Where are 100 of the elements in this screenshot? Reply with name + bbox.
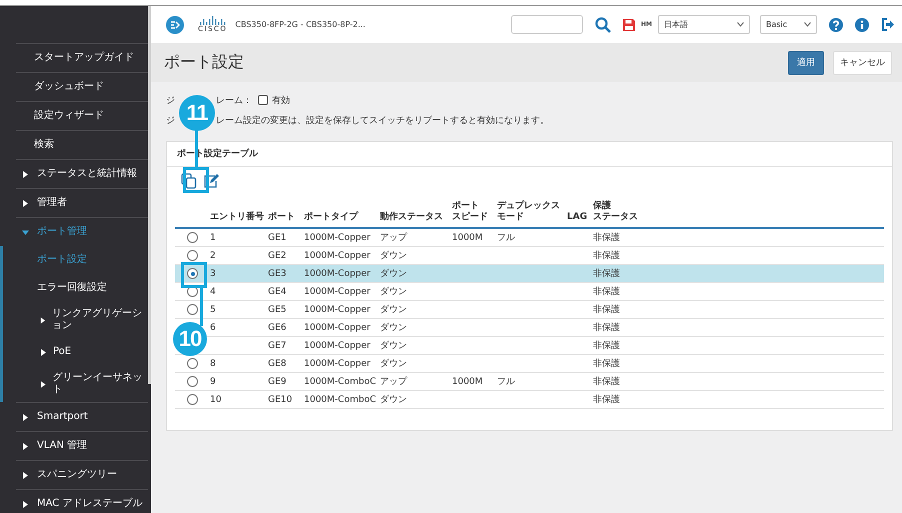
cancel-button[interactable]: キャンセル bbox=[833, 50, 892, 74]
caret-right-icon bbox=[22, 170, 29, 178]
table-cell: アップ bbox=[380, 233, 407, 243]
table-cell: GE10 bbox=[268, 394, 292, 404]
radio-button[interactable] bbox=[187, 268, 198, 279]
table-cell: 3 bbox=[210, 268, 216, 278]
apply-button[interactable]: 適用 bbox=[788, 50, 824, 74]
caret-right-icon bbox=[22, 472, 29, 478]
table-cell: 1000M-Copper bbox=[304, 250, 370, 260]
sidebar-item[interactable]: PoE bbox=[16, 338, 148, 366]
table-cell: 1000M-Copper bbox=[304, 340, 370, 350]
radio-button[interactable] bbox=[187, 376, 198, 387]
table-cell: ダウン bbox=[380, 359, 407, 369]
edit-icon[interactable] bbox=[203, 173, 219, 189]
caret-right-icon bbox=[40, 316, 46, 324]
checkbox-label: 有効 bbox=[272, 94, 290, 106]
info-icon[interactable] bbox=[855, 18, 869, 32]
table-cell: ダウン bbox=[380, 341, 407, 351]
table-cell: 1000M-Copper bbox=[304, 286, 370, 296]
table-cell: 1000M bbox=[452, 376, 483, 386]
sidebar-item[interactable]: エラー回復設定 bbox=[16, 274, 148, 302]
note-text: ジ bbox=[166, 114, 175, 126]
sidebar-item[interactable]: VLAN 管理 bbox=[16, 431, 148, 460]
language-select[interactable]: 日本語 bbox=[658, 15, 750, 34]
sidebar-item[interactable]: スパニングツリー bbox=[16, 460, 148, 489]
highlight-frame bbox=[183, 167, 209, 193]
radio-button[interactable] bbox=[187, 232, 198, 243]
table-cell: 1000M-Copper bbox=[304, 232, 370, 242]
table-cell: フル bbox=[497, 233, 515, 243]
caret-right-icon bbox=[22, 442, 29, 450]
mode-select[interactable]: Basic bbox=[760, 15, 817, 34]
sidebar-item[interactable]: Smartport bbox=[16, 402, 148, 431]
sidebar-item[interactable]: リンクアグリゲーション bbox=[16, 302, 148, 338]
save-icon[interactable] bbox=[623, 18, 635, 30]
table-cell: 非保護 bbox=[593, 233, 620, 243]
column-header: エントリ番号 bbox=[210, 199, 268, 228]
sidebar-item[interactable]: ポート設定 bbox=[16, 246, 148, 274]
table-title: ポート設定テーブル bbox=[167, 142, 892, 167]
signal-bars-icon bbox=[198, 16, 227, 25]
table-cell: ダウン bbox=[380, 287, 407, 297]
table-cell: 1000M bbox=[452, 232, 483, 242]
table-cell: 4 bbox=[210, 286, 216, 296]
column-header: ポートタイプ bbox=[304, 199, 380, 228]
copy-icon[interactable] bbox=[181, 173, 197, 189]
column-header: 動作ステータス bbox=[380, 199, 452, 228]
table-cell: 2 bbox=[210, 250, 216, 260]
table-cell: ダウン bbox=[380, 269, 407, 279]
device-title: CBS350-8FP-2G - CBS350-8P-2... bbox=[235, 20, 366, 29]
table-cell: GE7 bbox=[268, 340, 286, 350]
table-cell: GE1 bbox=[268, 232, 286, 242]
search-icon[interactable] bbox=[595, 16, 611, 32]
radio-button[interactable] bbox=[187, 394, 198, 405]
table-cell: ダウン bbox=[380, 251, 407, 261]
table-cell: 1000M-ComboC bbox=[304, 394, 376, 404]
caret-right-icon bbox=[40, 348, 47, 356]
table-cell: 1000M-Copper bbox=[304, 358, 370, 368]
table-cell: 1 bbox=[210, 232, 216, 242]
sidebar-item[interactable]: グリーンイーサネット bbox=[16, 366, 148, 402]
table-cell: ダウン bbox=[380, 395, 407, 405]
radio-button[interactable] bbox=[187, 358, 198, 369]
radio-button[interactable] bbox=[187, 250, 198, 261]
table-cell: 非保護 bbox=[593, 359, 620, 369]
page-title: ポート設定 bbox=[164, 52, 244, 73]
logout-icon[interactable] bbox=[881, 18, 894, 31]
table-cell: 非保護 bbox=[593, 377, 620, 387]
table-cell: GE5 bbox=[268, 304, 286, 314]
search-field[interactable] bbox=[511, 15, 583, 34]
table-cell: 1000M-Copper bbox=[304, 304, 370, 314]
column-header: ポート スピード bbox=[452, 199, 497, 228]
table-cell: フル bbox=[497, 377, 515, 387]
table-cell: 非保護 bbox=[593, 395, 620, 405]
table-cell: 5 bbox=[210, 304, 216, 314]
selected-row[interactable]: 3 GE3 1000M-Copper ダウン 非保護 bbox=[175, 264, 884, 282]
field-label: ジ bbox=[166, 94, 175, 106]
column-header: 保護 ステータス bbox=[593, 199, 884, 228]
table-cell: GE8 bbox=[268, 358, 286, 368]
checkbox[interactable] bbox=[258, 95, 268, 105]
caret-right-icon bbox=[40, 380, 47, 388]
note-text: レーム設定の変更は、設定を保存してスイッチをリブートすると有効になります。 bbox=[216, 114, 549, 126]
table-cell: GE3 bbox=[268, 268, 286, 278]
radio-button[interactable] bbox=[187, 304, 198, 315]
scrollbar[interactable] bbox=[148, 6, 151, 384]
table-cell: アップ bbox=[380, 377, 407, 387]
chevron-down-icon bbox=[804, 22, 811, 27]
caret-right-icon bbox=[22, 414, 29, 420]
sidebar-item[interactable]: MAC アドレステーブル bbox=[16, 489, 148, 513]
highlight-frame bbox=[181, 262, 207, 288]
table-cell: 非保護 bbox=[593, 287, 620, 297]
menu-toggle-icon[interactable] bbox=[166, 16, 184, 34]
caret-right-icon bbox=[22, 500, 29, 508]
table-cell: 1000M-Copper bbox=[304, 268, 370, 278]
field-label: レーム： bbox=[216, 94, 252, 106]
table-cell: 9 bbox=[210, 376, 216, 386]
table-cell: GE2 bbox=[268, 250, 286, 260]
table-cell: GE9 bbox=[268, 376, 286, 386]
table-cell: GE4 bbox=[268, 286, 286, 296]
column-header: デュプレックス モード bbox=[497, 199, 567, 228]
help-icon[interactable] bbox=[829, 18, 843, 32]
table-cell: 1000M-ComboC bbox=[304, 376, 376, 386]
table-cell: 6 bbox=[210, 322, 216, 332]
